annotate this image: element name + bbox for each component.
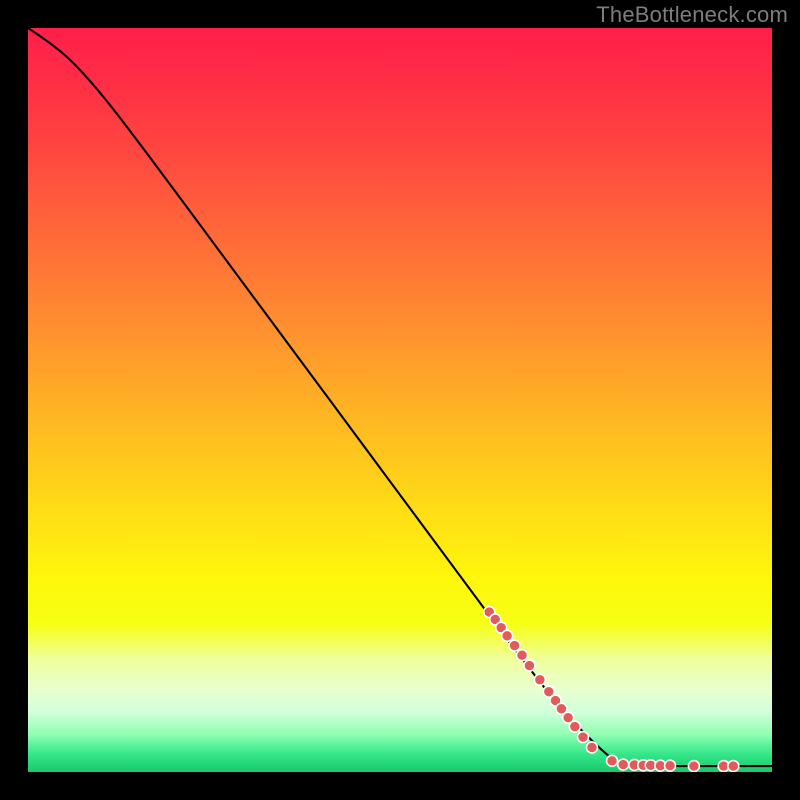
- chart-frame: TheBottleneck.com: [0, 0, 800, 800]
- data-dot: [509, 640, 520, 651]
- data-dot: [517, 650, 528, 661]
- data-dot: [607, 755, 618, 766]
- bottleneck-curve: [28, 28, 772, 766]
- plot-area: [28, 28, 772, 772]
- data-dot: [502, 630, 513, 641]
- data-dot: [688, 761, 699, 772]
- chart-svg: [28, 28, 772, 772]
- data-dot: [586, 742, 597, 753]
- data-dot: [665, 760, 676, 771]
- data-dots-group: [484, 607, 739, 772]
- watermark-text: TheBottleneck.com: [596, 2, 788, 28]
- data-dot: [618, 759, 629, 770]
- data-dot: [728, 761, 739, 772]
- data-dot: [534, 674, 545, 685]
- data-dot: [578, 732, 589, 743]
- data-dot: [524, 660, 535, 671]
- data-dot: [569, 721, 580, 732]
